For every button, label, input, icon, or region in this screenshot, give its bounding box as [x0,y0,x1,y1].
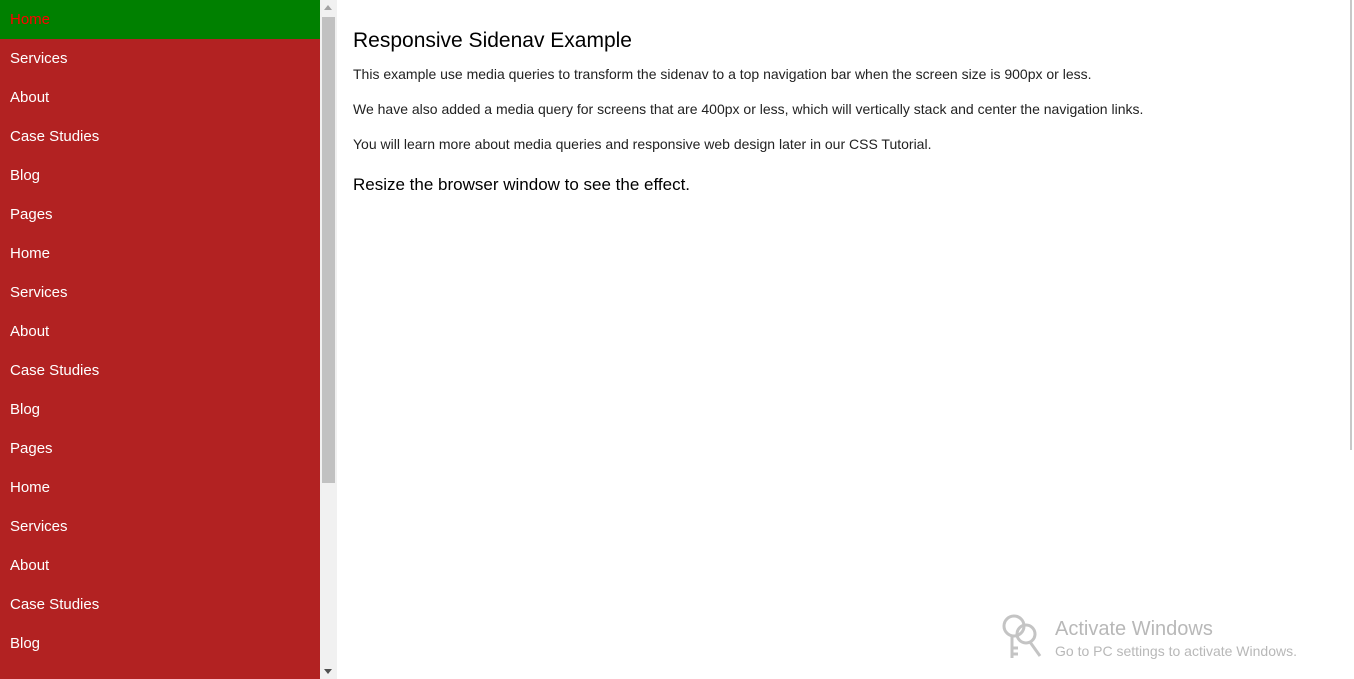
key-icon [1002,614,1042,658]
scroll-down-arrow-icon[interactable] [324,669,332,674]
sidenav: Home Services About Case Studies Blog Pa… [0,0,320,679]
media-query-paragraph: We have also added a media query for scr… [353,101,1144,117]
watermark-subtitle: Go to PC settings to activate Windows. [1055,643,1297,659]
intro-paragraph: This example use media queries to transf… [353,66,1092,82]
activate-windows-watermark: Activate Windows Go to PC settings to ac… [1000,612,1340,668]
tutorial-paragraph: You will learn more about media queries … [353,136,932,152]
sidenav-scrollbar[interactable] [320,0,337,679]
sidenav-link-about[interactable]: About [0,78,320,117]
sidenav-link-case-studies[interactable]: Case Studies [0,585,320,624]
sidenav-link-pages[interactable]: Pages [0,429,320,468]
sidenav-link-services[interactable]: Services [0,273,320,312]
page-scrollbar[interactable] [1350,0,1352,450]
sidenav-link-home[interactable]: Home [0,234,320,273]
watermark-title: Activate Windows [1055,618,1213,640]
sidenav-link-blog[interactable]: Blog [0,156,320,195]
sidenav-link-blog[interactable]: Blog [0,624,320,663]
resize-instruction: Resize the browser window to see the eff… [353,175,691,194]
scroll-up-arrow-icon[interactable] [324,5,332,10]
sidenav-link-pages[interactable]: Pages [0,195,320,234]
sidenav-link-blog[interactable]: Blog [0,390,320,429]
sidenav-link-about[interactable]: About [0,312,320,351]
sidenav-link-home[interactable]: Home [0,468,320,507]
sidenav-scrollbar-thumb[interactable] [322,17,335,483]
sidenav-link-services[interactable]: Services [0,39,320,78]
sidenav-link-about[interactable]: About [0,546,320,585]
sidenav-link-case-studies[interactable]: Case Studies [0,117,320,156]
main-content: Responsive Sidenav Example This example … [337,0,1337,679]
page-title: Responsive Sidenav Example [353,29,632,52]
sidenav-link-services[interactable]: Services [0,507,320,546]
sidenav-link-case-studies[interactable]: Case Studies [0,351,320,390]
sidenav-link-home[interactable]: Home [0,0,320,39]
